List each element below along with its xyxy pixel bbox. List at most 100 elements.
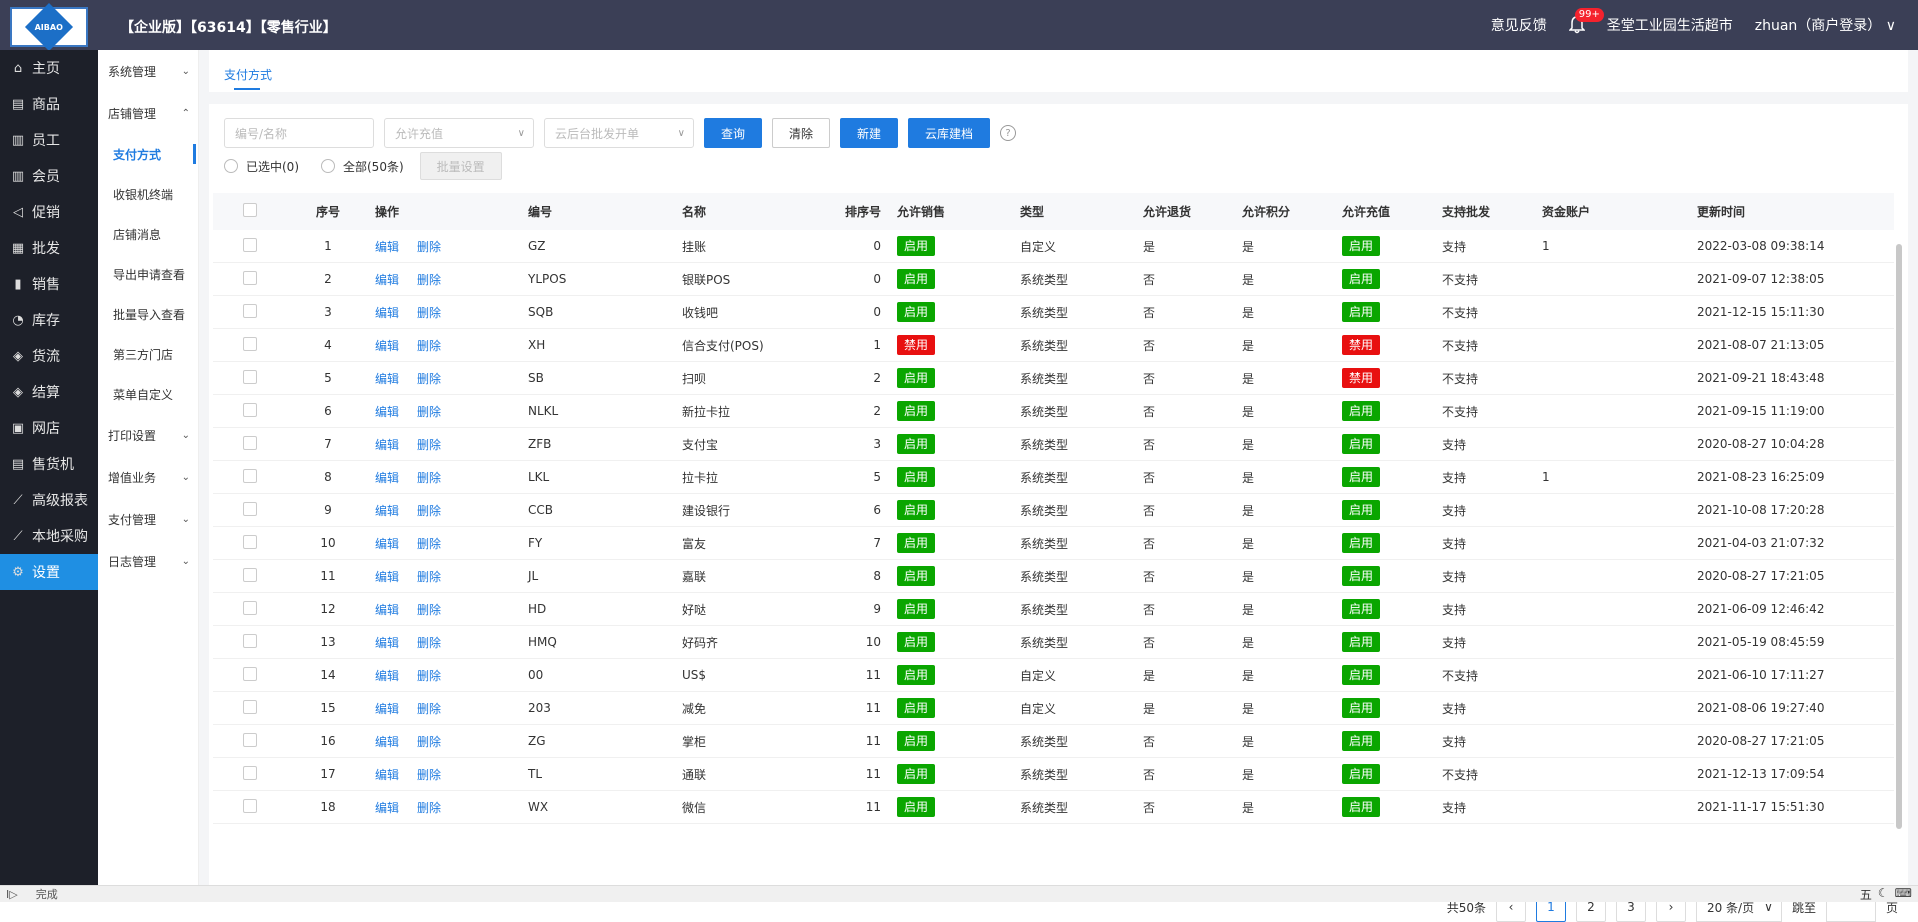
edit-link[interactable]: 编辑: [375, 273, 399, 287]
query-button[interactable]: 查询: [704, 118, 763, 148]
sale-status-badge[interactable]: 启用: [897, 434, 936, 454]
edit-link[interactable]: 编辑: [375, 405, 399, 419]
edit-link[interactable]: 编辑: [375, 537, 399, 551]
nav-item[interactable]: ▤ 售货机: [0, 446, 98, 482]
subnav-item[interactable]: 菜单自定义: [98, 374, 198, 414]
recharge-status-badge[interactable]: 禁用: [1342, 335, 1381, 355]
sale-status-badge[interactable]: 启用: [897, 797, 936, 817]
edit-link[interactable]: 编辑: [375, 438, 399, 452]
delete-link[interactable]: 删除: [417, 669, 441, 683]
delete-link[interactable]: 删除: [417, 570, 441, 584]
delete-link[interactable]: 删除: [417, 273, 441, 287]
sale-status-badge[interactable]: 启用: [897, 599, 936, 619]
recharge-status-badge[interactable]: 启用: [1342, 434, 1381, 454]
subnav-value-added[interactable]: 增值业务 ⌄: [98, 456, 198, 498]
recharge-select[interactable]: 允许充值 ∨: [384, 118, 534, 148]
table-scrollbar[interactable]: [1896, 244, 1902, 829]
row-checkbox[interactable]: [243, 534, 257, 549]
row-checkbox[interactable]: [243, 765, 257, 780]
recharge-status-badge[interactable]: 启用: [1342, 236, 1381, 256]
recharge-status-badge[interactable]: 启用: [1342, 632, 1381, 652]
sale-status-badge[interactable]: 启用: [897, 566, 936, 586]
row-checkbox[interactable]: [243, 336, 257, 351]
recharge-status-badge[interactable]: 禁用: [1342, 368, 1381, 388]
nav-item[interactable]: ⟋ 高级报表: [0, 482, 98, 518]
delete-link[interactable]: 删除: [417, 405, 441, 419]
sale-status-badge[interactable]: 启用: [897, 467, 936, 487]
row-checkbox[interactable]: [243, 666, 257, 681]
subnav-item[interactable]: 第三方门店: [98, 334, 198, 374]
delete-link[interactable]: 删除: [417, 504, 441, 518]
subnav-log[interactable]: 日志管理 ⌄: [98, 540, 198, 582]
nav-item[interactable]: ▤ 商品: [0, 86, 98, 122]
sale-status-badge[interactable]: 启用: [897, 236, 936, 256]
subnav-item[interactable]: 批量导入查看: [98, 294, 198, 334]
delete-link[interactable]: 删除: [417, 636, 441, 650]
delete-link[interactable]: 删除: [417, 339, 441, 353]
help-icon[interactable]: ?: [1000, 125, 1017, 141]
recharge-status-badge[interactable]: 启用: [1342, 467, 1381, 487]
delete-link[interactable]: 删除: [417, 801, 441, 815]
delete-link[interactable]: 删除: [417, 603, 441, 617]
edit-link[interactable]: 编辑: [375, 306, 399, 320]
ime-indicator[interactable]: 五: [1860, 886, 1872, 903]
edit-link[interactable]: 编辑: [375, 240, 399, 254]
edit-link[interactable]: 编辑: [375, 801, 399, 815]
recharge-status-badge[interactable]: 启用: [1342, 533, 1381, 553]
sale-status-badge[interactable]: 启用: [897, 533, 936, 553]
nav-item[interactable]: ⚙ 设置: [0, 554, 98, 590]
logo[interactable]: AIBAO: [10, 2, 88, 52]
edit-link[interactable]: 编辑: [375, 570, 399, 584]
all-radio[interactable]: [321, 159, 335, 173]
sale-status-badge[interactable]: 禁用: [897, 335, 936, 355]
subnav-item[interactable]: 收银机终端: [98, 174, 198, 214]
code-name-input[interactable]: 编号/名称: [224, 118, 374, 148]
edit-link[interactable]: 编辑: [375, 603, 399, 617]
subnav-item[interactable]: 店铺消息: [98, 214, 198, 254]
recharge-status-badge[interactable]: 启用: [1342, 302, 1381, 322]
row-checkbox[interactable]: [243, 237, 257, 252]
row-checkbox[interactable]: [243, 369, 257, 384]
edit-link[interactable]: 编辑: [375, 339, 399, 353]
edit-link[interactable]: 编辑: [375, 768, 399, 782]
tab-payment-methods[interactable]: 支付方式: [224, 66, 272, 90]
nav-item[interactable]: ⌂ 主页: [0, 50, 98, 86]
delete-link[interactable]: 删除: [417, 768, 441, 782]
clear-button[interactable]: 清除: [772, 118, 831, 148]
row-checkbox[interactable]: [243, 303, 257, 318]
sale-status-badge[interactable]: 启用: [897, 401, 936, 421]
row-checkbox[interactable]: [243, 567, 257, 582]
sale-status-badge[interactable]: 启用: [897, 731, 936, 751]
nav-item[interactable]: ◈ 结算: [0, 374, 98, 410]
sale-status-badge[interactable]: 启用: [897, 269, 936, 289]
subnav-item[interactable]: 导出申请查看: [98, 254, 198, 294]
delete-link[interactable]: 删除: [417, 537, 441, 551]
delete-link[interactable]: 删除: [417, 735, 441, 749]
row-checkbox[interactable]: [243, 270, 257, 285]
subnav-store[interactable]: 店铺管理 ⌃: [98, 92, 198, 134]
new-button[interactable]: 新建: [840, 118, 899, 148]
nav-item[interactable]: ◔ 库存: [0, 302, 98, 338]
subnav-payment[interactable]: 支付管理 ⌄: [98, 498, 198, 540]
subnav-item[interactable]: 支付方式: [98, 134, 198, 174]
row-checkbox[interactable]: [243, 798, 257, 813]
user-menu[interactable]: zhuan（商户登录） ∨: [1755, 15, 1896, 35]
recharge-status-badge[interactable]: 启用: [1342, 731, 1381, 751]
sale-status-badge[interactable]: 启用: [897, 698, 936, 718]
recharge-status-badge[interactable]: 启用: [1342, 665, 1381, 685]
cloud-build-button[interactable]: 云库建档: [908, 118, 991, 148]
sale-status-badge[interactable]: 启用: [897, 368, 936, 388]
nav-item[interactable]: ◈ 货流: [0, 338, 98, 374]
nav-item[interactable]: ▣ 网店: [0, 410, 98, 446]
edit-link[interactable]: 编辑: [375, 702, 399, 716]
feedback-link[interactable]: 意见反馈: [1491, 15, 1547, 35]
row-checkbox[interactable]: [243, 732, 257, 747]
sale-status-badge[interactable]: 启用: [897, 764, 936, 784]
batch-settings-button[interactable]: 批量设置: [419, 152, 502, 180]
bell-icon[interactable]: 99+: [1567, 8, 1604, 34]
selected-radio[interactable]: [224, 159, 238, 173]
delete-link[interactable]: 删除: [417, 240, 441, 254]
subnav-print[interactable]: 打印设置 ⌄: [98, 414, 198, 456]
nav-item[interactable]: ◁ 促销: [0, 194, 98, 230]
edit-link[interactable]: 编辑: [375, 372, 399, 386]
